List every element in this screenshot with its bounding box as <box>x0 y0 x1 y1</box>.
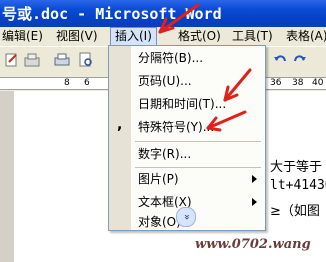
watermark-text: www.0702.wang <box>195 237 311 252</box>
arrow-to-special-symbols <box>206 110 247 132</box>
arrow-to-date-time <box>223 68 252 102</box>
arrow-to-insert-menu <box>158 3 200 34</box>
annotation-arrows <box>158 3 252 132</box>
